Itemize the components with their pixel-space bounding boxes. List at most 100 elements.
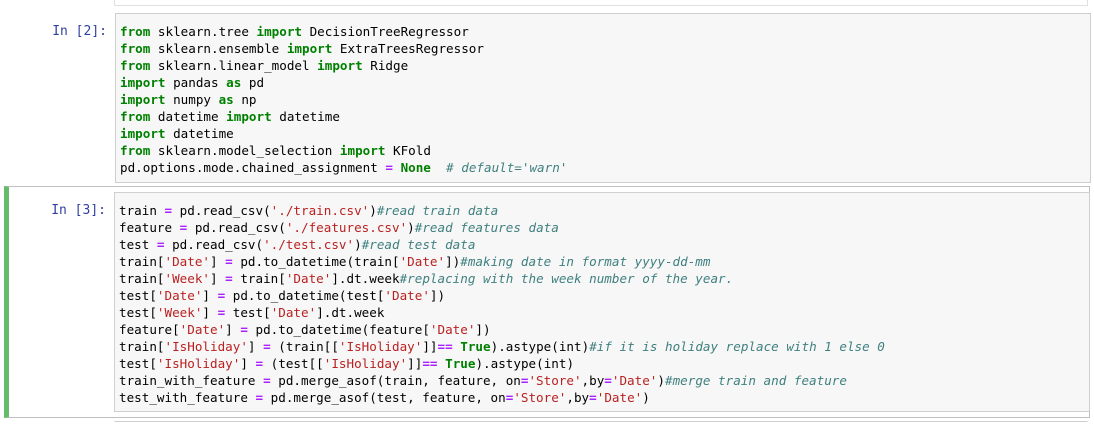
code-token: 'Date' bbox=[429, 322, 476, 337]
code-token: == bbox=[437, 339, 453, 354]
code-token: ) bbox=[407, 220, 415, 235]
code-line: from sklearn.linear_model import Ridge bbox=[120, 57, 1090, 74]
code-token: train[ bbox=[119, 339, 165, 354]
code-token: = bbox=[164, 203, 173, 218]
code-token: from bbox=[120, 58, 151, 73]
code-token: Ridge bbox=[362, 58, 409, 73]
code-token: DecisionTreeRegressor bbox=[302, 24, 469, 39]
code-token: (test[[ bbox=[263, 356, 324, 371]
code-token: #read train data bbox=[376, 203, 499, 218]
code-line: train_with_feature = pd.merge_asof(train… bbox=[119, 372, 1089, 389]
code-token: 'Date' bbox=[270, 305, 317, 320]
code-token: './features.csv' bbox=[285, 220, 408, 235]
cell-prompt: In [2]: bbox=[52, 24, 107, 39]
code-token: = bbox=[385, 160, 393, 175]
code-token: pd.to_datetime(feature[ bbox=[247, 322, 430, 337]
code-token: True bbox=[445, 356, 476, 371]
code-token: pd.merge_asof(train, feature, on bbox=[270, 373, 521, 388]
code-token: train_with_feature bbox=[119, 373, 264, 388]
code-token: = bbox=[225, 254, 233, 269]
code-token: import bbox=[120, 92, 166, 107]
code-token: pd.read_csv( bbox=[164, 237, 264, 252]
code-token: 'Date' bbox=[611, 373, 658, 388]
code-line: train = pd.read_csv('./train.csv')#read … bbox=[119, 202, 1089, 219]
code-token: ) bbox=[642, 390, 650, 405]
code-line: test['Week'] = test['Date'].dt.week bbox=[119, 304, 1089, 321]
code-token: 'IsHoliday' bbox=[164, 339, 248, 354]
code-token: KFold bbox=[385, 143, 431, 158]
code-token: import bbox=[120, 75, 166, 90]
code-token: ).astype(int) bbox=[490, 339, 590, 354]
code-line: from datetime import datetime bbox=[120, 108, 1090, 125]
code-token: ] bbox=[225, 322, 241, 337]
code-token: from bbox=[120, 41, 151, 56]
code-token: = bbox=[156, 237, 165, 252]
code-token: import bbox=[120, 126, 166, 141]
code-token: ]] bbox=[407, 356, 423, 371]
code-token: pd.options.mode.chained_assignment bbox=[120, 160, 386, 175]
code-token: = bbox=[255, 356, 264, 371]
code-token: './test.csv' bbox=[263, 237, 355, 252]
code-token: train[ bbox=[119, 271, 165, 286]
code-token: ] bbox=[202, 305, 218, 320]
code-token: = bbox=[604, 373, 612, 388]
code-editor[interactable]: train = pd.read_csv('./train.csv')#read … bbox=[119, 202, 1089, 406]
code-token: 'IsHoliday' bbox=[156, 356, 241, 371]
previous-cell-edge bbox=[114, 0, 1088, 6]
code-token: train[ bbox=[119, 254, 165, 269]
code-input-area[interactable]: train = pd.read_csv('./train.csv')#read … bbox=[114, 192, 1090, 412]
code-line: import pandas as pd bbox=[120, 74, 1090, 91]
code-line: test = pd.read_csv('./test.csv')#read te… bbox=[119, 236, 1089, 253]
code-token: #if it is holiday replace with 1 else 0 bbox=[589, 339, 885, 354]
code-token: 'IsHoliday' bbox=[323, 356, 408, 371]
code-token: 'Date' bbox=[596, 390, 643, 405]
code-token: pd bbox=[241, 75, 265, 90]
code-token: ] bbox=[202, 288, 218, 303]
code-token: 'Week' bbox=[156, 305, 203, 320]
code-token: #read features data bbox=[414, 220, 559, 235]
code-token: ] bbox=[210, 254, 226, 269]
code-token: from bbox=[120, 24, 151, 39]
code-line: train['Week'] = train['Date'].dt.week#re… bbox=[119, 270, 1089, 287]
code-token: from bbox=[120, 109, 151, 124]
code-token: 'IsHoliday' bbox=[338, 339, 423, 354]
code-token: ].dt.week bbox=[331, 271, 400, 286]
code-editor[interactable]: from sklearn.tree import DecisionTreeReg… bbox=[120, 23, 1090, 176]
code-input-area[interactable]: from sklearn.tree import DecisionTreeReg… bbox=[115, 13, 1091, 183]
code-line: test['IsHoliday'] = (test[['IsHoliday']]… bbox=[119, 355, 1089, 372]
code-token: = bbox=[240, 322, 248, 337]
code-token: np bbox=[233, 92, 257, 107]
code-line: feature['Date'] = pd.to_datetime(feature… bbox=[119, 321, 1089, 338]
code-token: = bbox=[263, 373, 271, 388]
code-token: sklearn.model_selection bbox=[150, 143, 340, 158]
code-token: test[ bbox=[119, 305, 157, 320]
code-line: test['Date'] = pd.to_datetime(test['Date… bbox=[119, 287, 1089, 304]
code-token: pd.merge_asof(test, feature, on bbox=[263, 390, 506, 405]
code-token: #replacing with the week number of the y… bbox=[399, 271, 734, 286]
code-token: ) bbox=[354, 237, 362, 252]
code-cell-2[interactable]: In [2]: from sklearn.tree import Decisio… bbox=[4, 12, 1091, 183]
code-token: ,by bbox=[566, 390, 590, 405]
code-token: 'Date' bbox=[399, 254, 446, 269]
code-token: feature bbox=[119, 220, 180, 235]
code-token: ].dt.week bbox=[316, 305, 385, 320]
code-token: sklearn.tree bbox=[150, 24, 257, 39]
code-token: 'Date' bbox=[179, 322, 226, 337]
code-token: ]) bbox=[445, 254, 461, 269]
code-line: pd.options.mode.chained_assignment = Non… bbox=[120, 159, 1090, 176]
code-token: pd.read_csv( bbox=[187, 220, 286, 235]
next-cell-edge bbox=[114, 421, 1088, 431]
code-token: test_with_feature bbox=[119, 390, 256, 405]
code-token: ] bbox=[247, 339, 264, 354]
code-token: ExtraTreesRegressor bbox=[332, 41, 484, 56]
code-token: import bbox=[256, 24, 303, 39]
code-token: 'Store' bbox=[513, 390, 567, 405]
code-token: pd.to_datetime(train[ bbox=[232, 254, 400, 269]
code-line: feature = pd.read_csv('./features.csv')#… bbox=[119, 219, 1089, 236]
code-token: sklearn.linear_model bbox=[150, 58, 318, 73]
code-token: 'Date' bbox=[164, 254, 211, 269]
code-token: sklearn.ensemble bbox=[150, 41, 287, 56]
code-cell-3-selected[interactable]: In [3]: train = pd.read_csv('./train.csv… bbox=[4, 186, 1090, 418]
code-token: pd.read_csv( bbox=[172, 203, 271, 218]
